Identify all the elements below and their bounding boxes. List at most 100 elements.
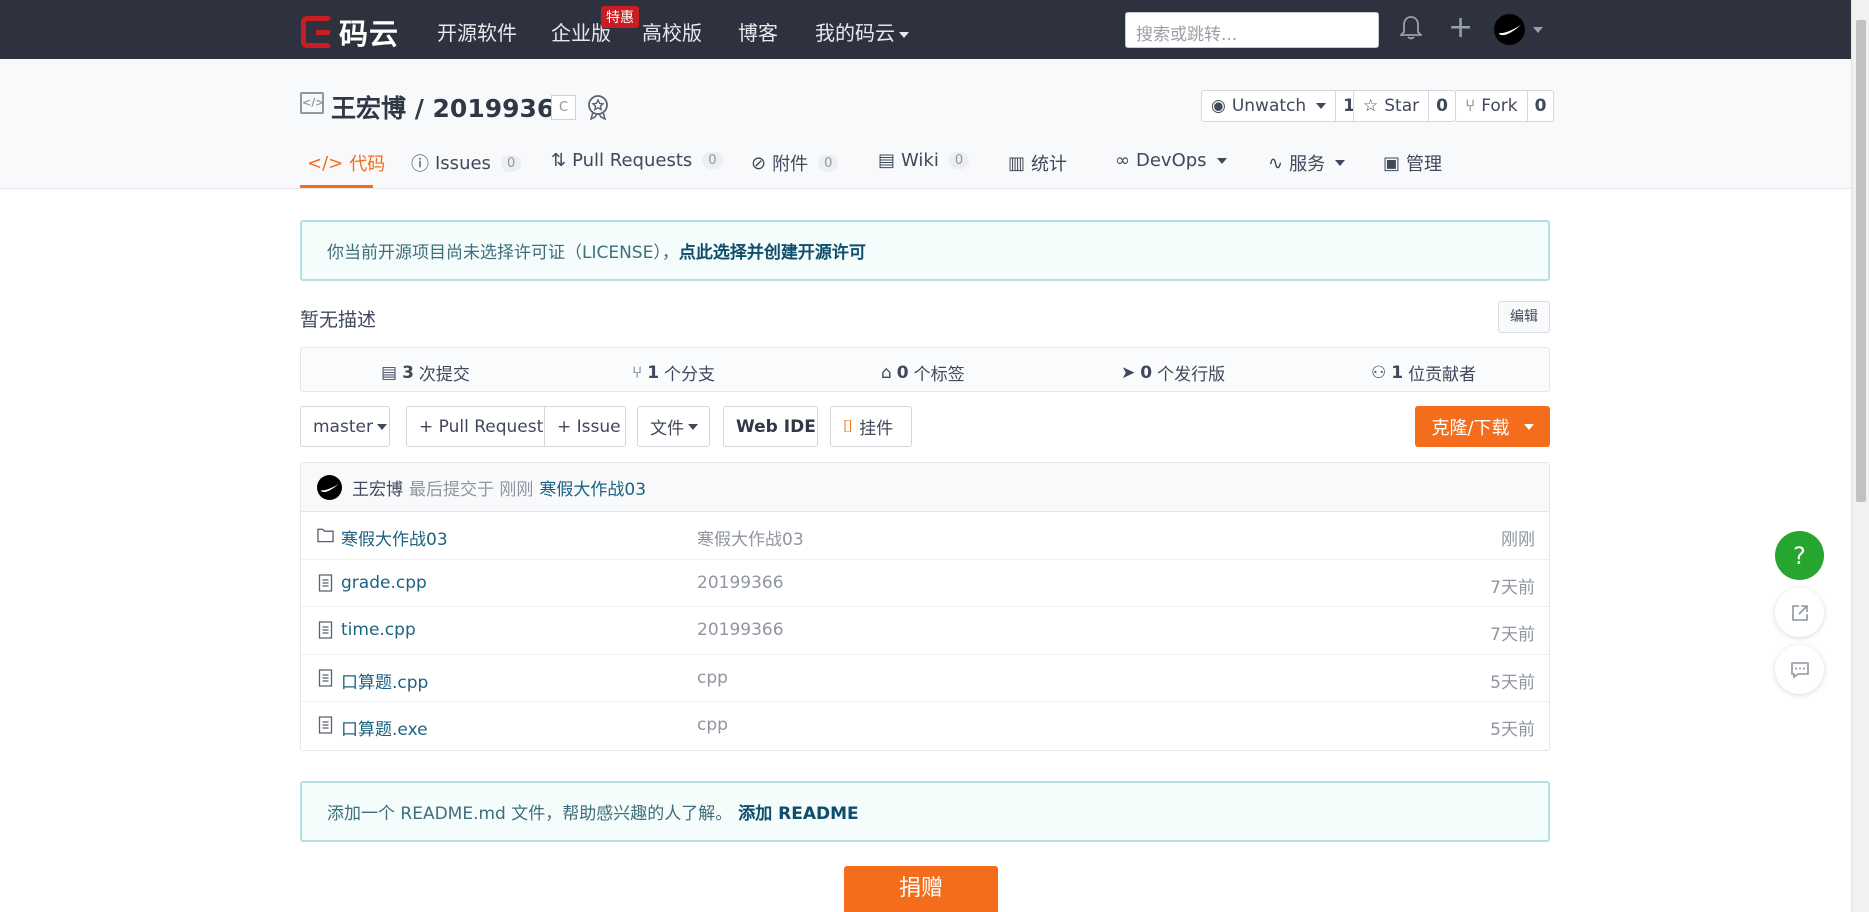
search-input[interactable]: 搜索或跳转...: [1125, 12, 1379, 48]
tab-services[interactable]: ∿ 服务: [1268, 150, 1346, 176]
star-count[interactable]: 0: [1429, 91, 1455, 121]
eye-icon: ◉: [1211, 96, 1226, 116]
people-icon: ⚇: [1371, 362, 1387, 383]
chevron-down-icon: [376, 423, 387, 430]
add-readme-link[interactable]: 添加 README: [738, 799, 858, 824]
tab-manage[interactable]: ▣ 管理: [1383, 150, 1442, 176]
promo-badge: 特惠: [601, 6, 639, 28]
paperclip-icon: ⊘: [751, 152, 767, 174]
send-icon: ➤: [1121, 362, 1136, 383]
tab-pull-requests-count: 0: [702, 152, 723, 169]
nav-university[interactable]: 高校版: [642, 17, 702, 46]
repo-title[interactable]: 王宏博 / 20199366: [331, 89, 572, 125]
tab-devops[interactable]: ∞ DevOps: [1115, 150, 1227, 171]
page-scrollbar[interactable]: [1851, 0, 1869, 912]
file-icon: [318, 573, 333, 592]
avatar-chevron-down-icon[interactable]: [1533, 27, 1543, 33]
tab-attachments[interactable]: ⊘ 附件 0: [751, 150, 839, 176]
top-navbar: 码云 开源软件 企业版 特惠 高校版 博客 我的码云 搜索或跳转... +: [0, 0, 1851, 59]
star-icon: ☆: [1363, 96, 1379, 116]
user-avatar[interactable]: [1494, 14, 1525, 45]
feedback-button[interactable]: [1775, 645, 1824, 694]
infinity-icon: ∞: [1115, 150, 1130, 171]
tab-attachments-label: 附件: [772, 154, 809, 175]
tab-services-label: 服务: [1289, 154, 1326, 175]
share-button[interactable]: [1775, 588, 1824, 637]
stat-tags[interactable]: ⌂ 0 个标签: [881, 360, 965, 386]
logo-text: 码云: [339, 17, 400, 51]
tag-label: 个标签: [913, 365, 965, 385]
tab-issues-count: 0: [500, 154, 522, 172]
file-commit-message[interactable]: cpp: [697, 668, 728, 688]
gitee-logo[interactable]: 码云: [301, 11, 399, 53]
active-tab-indicator: [300, 185, 373, 188]
file-name-link[interactable]: time.cpp: [341, 620, 416, 640]
tag-icon: ⌂: [881, 362, 892, 383]
tab-wiki-label: Wiki: [901, 150, 939, 171]
file-commit-message[interactable]: cpp: [697, 715, 728, 735]
tab-wiki-count: 0: [948, 152, 970, 169]
unwatch-button[interactable]: ◉ Unwatch 1: [1201, 90, 1364, 122]
file-name-link[interactable]: 寒假大作战03: [341, 525, 448, 550]
tab-manage-label: 管理: [1406, 154, 1443, 175]
table-row: 口算题.cpp cpp 5天前: [301, 655, 1549, 703]
nav-blog[interactable]: 博客: [738, 17, 778, 46]
license-notice: 你当前开源项目尚未选择许可证（LICENSE）， 点此选择并创建开源许可: [300, 220, 1550, 281]
tab-attachments-count: 0: [818, 154, 839, 172]
commit-message-link[interactable]: 寒假大作战03: [539, 475, 646, 500]
bell-icon[interactable]: [1400, 15, 1422, 41]
table-row: grade.cpp 20199366 7天前: [301, 560, 1549, 608]
tab-stats[interactable]: ▥ 统计: [1008, 150, 1067, 176]
fork-count[interactable]: 0: [1528, 91, 1554, 121]
help-button[interactable]: ?: [1775, 531, 1824, 580]
tab-wiki[interactable]: ▤ Wiki 0: [878, 150, 970, 171]
file-time: 刚刚: [1501, 530, 1535, 550]
readme-notice-text: 添加一个 README.md 文件，帮助感兴趣的人了解。: [327, 804, 733, 824]
nav-my-gitee[interactable]: 我的码云: [815, 17, 909, 46]
pulse-icon: ∿: [1268, 152, 1284, 174]
edit-description-button[interactable]: 编辑: [1498, 301, 1550, 333]
web-ide-button[interactable]: Web IDE: [723, 406, 818, 447]
plus-icon[interactable]: +: [1448, 13, 1473, 43]
branch-select[interactable]: master: [300, 406, 390, 447]
commit-label: 次提交: [418, 365, 470, 385]
tab-devops-label: DevOps: [1136, 150, 1207, 171]
file-name-link[interactable]: grade.cpp: [341, 573, 427, 593]
award-icon[interactable]: [586, 94, 610, 120]
repo-stats-bar: ▤ 3 次提交 ⑂ 1 个分支 ⌂ 0 个标签 ➤ 0 个发行版 ⚇ 1 位贡献者: [300, 347, 1550, 392]
create-license-link[interactable]: 点此选择并创建开源许可: [679, 238, 866, 263]
file-commit-message[interactable]: 寒假大作战03: [697, 525, 804, 550]
avatar[interactable]: [317, 474, 342, 500]
code-icon: </>: [307, 152, 344, 174]
file-name-link[interactable]: 口算题.cpp: [341, 668, 428, 693]
tab-issues[interactable]: ⓘ Issues 0: [411, 150, 522, 176]
file-commit-message[interactable]: 20199366: [697, 620, 784, 640]
commit-author[interactable]: 王宏博: [352, 475, 403, 500]
file-commit-message[interactable]: 20199366: [697, 573, 784, 593]
chevron-down-icon: [1216, 157, 1227, 164]
star-button[interactable]: ☆ Star 0: [1353, 90, 1456, 122]
stat-commits[interactable]: ▤ 3 次提交: [381, 360, 470, 386]
commit-count: 3: [402, 362, 414, 383]
tab-code[interactable]: </> 代码: [307, 150, 385, 176]
widget-button[interactable]: ⌷ 挂件: [830, 406, 912, 447]
files-dropdown[interactable]: 文件: [637, 406, 710, 447]
nav-my-gitee-label: 我的码云: [815, 21, 895, 45]
new-issue-button[interactable]: + Issue: [544, 406, 626, 447]
question-icon: ?: [1793, 541, 1806, 570]
file-name-link[interactable]: 口算题.exe: [341, 715, 428, 740]
fork-button[interactable]: ⑂ Fork 0: [1455, 90, 1555, 122]
stat-branches[interactable]: ⑂ 1 个分支: [632, 360, 715, 386]
new-pull-request-button[interactable]: + Pull Request: [406, 406, 545, 447]
donate-button[interactable]: 捐赠: [844, 866, 998, 912]
clone-download-button[interactable]: 克隆/下载: [1415, 406, 1550, 447]
stat-contributors[interactable]: ⚇ 1 位贡献者: [1371, 360, 1476, 386]
nav-open-source[interactable]: 开源软件: [437, 17, 517, 46]
branch-icon: ⑂: [632, 362, 643, 383]
scrollbar-thumb[interactable]: [1856, 20, 1866, 502]
settings-doc-icon: ▣: [1383, 152, 1401, 174]
tab-pull-requests[interactable]: ⇅ Pull Requests 0: [551, 150, 723, 171]
repo-code-icon: </>: [300, 92, 324, 114]
tab-stats-label: 统计: [1031, 154, 1068, 175]
stat-releases[interactable]: ➤ 0 个发行版: [1121, 360, 1225, 386]
